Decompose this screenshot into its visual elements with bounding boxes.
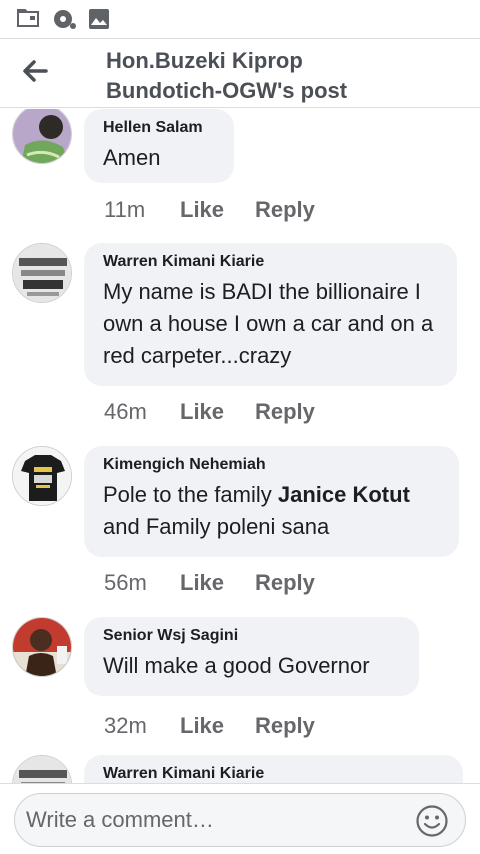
- title-line-2: Bundotich-OGW's post: [106, 78, 348, 103]
- comment-bubble[interactable]: Warren Kimani Kiarie My name is BADI the…: [84, 243, 457, 386]
- reply-button[interactable]: Reply: [255, 197, 315, 223]
- comment-time: 56m: [104, 570, 147, 595]
- comment-input-placeholder: Write a comment…: [26, 807, 214, 832]
- comment-time: 11m: [104, 197, 146, 222]
- comment-author[interactable]: Kimengich Nehemiah: [103, 455, 439, 475]
- comment-time: 32m: [104, 713, 147, 738]
- avatar[interactable]: [12, 617, 72, 677]
- like-button[interactable]: Like: [180, 399, 224, 425]
- avatar[interactable]: [12, 446, 72, 506]
- comment-bubble[interactable]: Senior Wsj Sagini Will make a good Gover…: [84, 617, 419, 696]
- page-title: Hon.Buzeki Kiprop Bundotich-OGW's post: [106, 46, 466, 106]
- folder-icon: [17, 9, 39, 27]
- comment-author[interactable]: Senior Wsj Sagini: [103, 626, 399, 646]
- comment-bubble[interactable]: Warren Kimani Kiarie: [84, 755, 463, 783]
- like-button[interactable]: Like: [180, 713, 224, 739]
- comment-author[interactable]: Warren Kimani Kiarie: [103, 764, 443, 783]
- status-bar: [0, 0, 480, 38]
- comment-bubble[interactable]: Hellen Salam Amen: [84, 109, 234, 183]
- mention-link[interactable]: Janice Kotut: [278, 482, 410, 507]
- reply-button[interactable]: Reply: [255, 713, 315, 739]
- avatar[interactable]: [12, 243, 72, 303]
- reply-button[interactable]: Reply: [255, 399, 315, 425]
- comment-text: Amen: [103, 145, 161, 170]
- comment-author[interactable]: Warren Kimani Kiarie: [103, 252, 437, 272]
- comment-composer: Write a comment…: [0, 783, 480, 854]
- reply-button[interactable]: Reply: [255, 570, 315, 596]
- comment-text-part: Pole to the family: [103, 482, 272, 507]
- back-button[interactable]: [16, 55, 54, 87]
- like-button[interactable]: Like: [180, 197, 224, 223]
- comment-text: My name is BADI the billionaire I own a …: [103, 279, 434, 368]
- avatar[interactable]: [12, 755, 72, 783]
- emoji-icon[interactable]: [415, 804, 449, 838]
- comment-author[interactable]: Hellen Salam: [103, 118, 214, 138]
- title-line-1: Hon.Buzeki Kiprop: [106, 48, 303, 73]
- media-icon: [54, 10, 76, 29]
- comment-input[interactable]: Write a comment…: [14, 793, 466, 847]
- back-arrow-icon: [23, 60, 48, 82]
- comment-text: Will make a good Governor: [103, 653, 370, 678]
- image-icon: [89, 9, 109, 29]
- top-bar: Hon.Buzeki Kiprop Bundotich-OGW's post: [0, 38, 480, 108]
- comment-text-part: and Family poleni sana: [103, 514, 330, 539]
- comment-list: Hellen Salam Amen 11m Like Reply Warren …: [0, 109, 480, 783]
- comment-bubble[interactable]: Kimengich Nehemiah Pole to the family Ja…: [84, 446, 459, 557]
- like-button[interactable]: Like: [180, 570, 224, 596]
- comment-time: 46m: [104, 399, 147, 424]
- comment-text: Pole to the family Janice Kotut and Fami…: [103, 479, 439, 543]
- avatar[interactable]: [12, 109, 72, 164]
